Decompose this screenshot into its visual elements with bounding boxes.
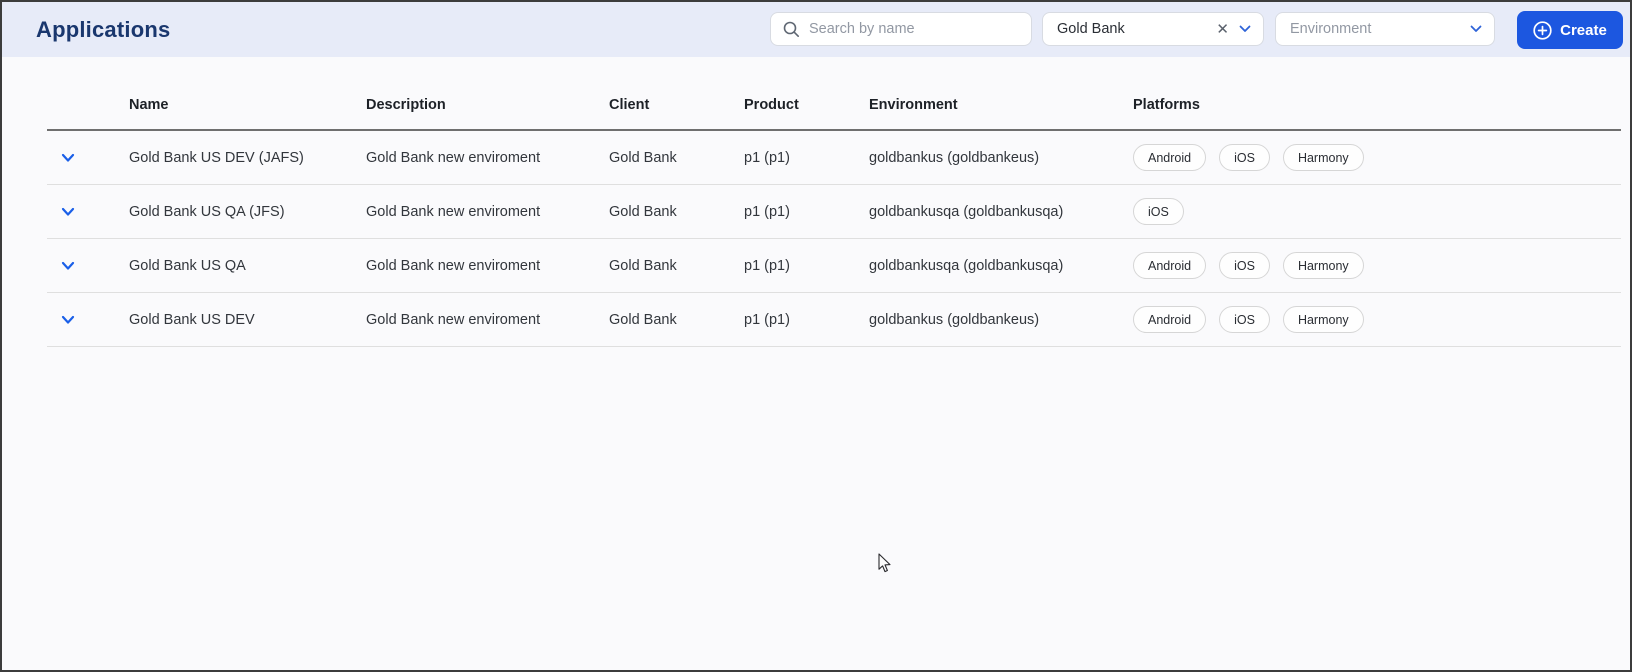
- cell-product: p1 (p1): [744, 203, 790, 220]
- topbar: Applications Gold Bank ✕ Environment: [2, 2, 1630, 57]
- cell-description: Gold Bank new enviroment: [366, 203, 541, 220]
- chevron-down-icon: [61, 261, 75, 270]
- platform-badge: iOS: [1219, 306, 1270, 333]
- cell-name: Gold Bank US DEV (JAFS): [129, 149, 304, 166]
- expand-row-button[interactable]: [57, 311, 79, 329]
- plus-circle-icon: [1533, 20, 1552, 40]
- table-header-client: Client: [609, 97, 650, 113]
- cell-product: p1 (p1): [744, 149, 790, 166]
- create-button-label: Create: [1560, 21, 1607, 39]
- table-header-row: Name Description Client Product Environment P…: [47, 57, 1621, 131]
- cell-client: Gold Bank: [609, 311, 677, 328]
- clear-filter-icon[interactable]: ✕: [1216, 22, 1229, 37]
- table-header-description: Description: [366, 97, 446, 113]
- platform-badge: iOS: [1219, 252, 1270, 279]
- table-header-product: Product: [744, 97, 799, 113]
- chevron-down-icon: [61, 315, 75, 324]
- table-row[interactable]: Gold Bank US QA (JFS) Gold Bank new envi…: [47, 185, 1621, 239]
- chevron-down-icon[interactable]: [1470, 25, 1482, 33]
- cell-client: Gold Bank: [609, 149, 677, 166]
- expand-cell: [47, 311, 129, 329]
- environment-filter-placeholder: Environment: [1290, 21, 1372, 37]
- expand-row-button[interactable]: [57, 257, 79, 275]
- cell-platforms: iOS: [1133, 198, 1621, 225]
- expand-row-button[interactable]: [57, 203, 79, 221]
- environment-filter-select[interactable]: Environment: [1275, 12, 1495, 46]
- platform-badge: iOS: [1219, 144, 1270, 171]
- client-filter-select[interactable]: Gold Bank ✕: [1042, 12, 1264, 46]
- cell-client: Gold Bank: [609, 257, 677, 274]
- cell-environment: goldbankus (goldbankeus): [869, 311, 1040, 328]
- expand-cell: [47, 203, 129, 221]
- cell-description: Gold Bank new enviroment: [366, 257, 541, 274]
- cell-environment: goldbankusqa (goldbankusqa): [869, 203, 1064, 220]
- cell-environment: goldbankus (goldbankeus): [869, 149, 1040, 166]
- mouse-cursor: [878, 553, 893, 579]
- cell-platforms: Android iOS Harmony: [1133, 252, 1621, 279]
- cell-description: Gold Bank new enviroment: [366, 149, 541, 166]
- platform-badge: Harmony: [1282, 306, 1364, 333]
- search-box[interactable]: [770, 12, 1032, 46]
- table-header-environment: Environment: [869, 97, 958, 113]
- platform-badge: Harmony: [1282, 144, 1364, 171]
- table-row[interactable]: Gold Bank US QA Gold Bank new enviroment…: [47, 239, 1621, 293]
- applications-page: { "page": { "title": "Applications" }, "…: [0, 0, 1632, 672]
- table-row[interactable]: Gold Bank US DEV (JAFS) Gold Bank new en…: [47, 131, 1621, 185]
- applications-table: Name Description Client Product Environment P…: [47, 57, 1621, 347]
- expand-row-button[interactable]: [57, 149, 79, 167]
- search-input[interactable]: [809, 21, 1019, 37]
- expand-cell: [47, 257, 129, 275]
- table-row[interactable]: Gold Bank US DEV Gold Bank new enviromen…: [47, 293, 1621, 347]
- table-header-platforms: Platforms: [1133, 97, 1200, 113]
- cell-client: Gold Bank: [609, 203, 677, 220]
- cell-name: Gold Bank US QA (JFS): [129, 203, 285, 220]
- cell-product: p1 (p1): [744, 257, 790, 274]
- platform-badge: Android: [1133, 252, 1207, 279]
- table-body: Gold Bank US DEV (JAFS) Gold Bank new en…: [47, 131, 1621, 347]
- chevron-down-icon: [61, 153, 75, 162]
- cell-environment: goldbankusqa (goldbankusqa): [869, 257, 1064, 274]
- table-header-name: Name: [129, 97, 169, 113]
- create-button[interactable]: Create: [1517, 11, 1623, 49]
- platform-badge: Android: [1133, 306, 1207, 333]
- cell-platforms: Android iOS Harmony: [1133, 306, 1621, 333]
- platform-badge: iOS: [1133, 198, 1184, 225]
- cell-name: Gold Bank US QA: [129, 257, 246, 274]
- expand-cell: [47, 149, 129, 167]
- client-filter-value: Gold Bank: [1057, 21, 1125, 37]
- platform-badge: Harmony: [1282, 252, 1364, 279]
- cell-platforms: Android iOS Harmony: [1133, 144, 1621, 171]
- cell-name: Gold Bank US DEV: [129, 311, 255, 328]
- cell-description: Gold Bank new enviroment: [366, 311, 541, 328]
- chevron-down-icon: [61, 207, 75, 216]
- chevron-down-icon[interactable]: [1239, 25, 1251, 33]
- platform-badge: Android: [1133, 144, 1207, 171]
- search-icon: [783, 21, 800, 38]
- cell-product: p1 (p1): [744, 311, 790, 328]
- page-title: Applications: [36, 16, 171, 42]
